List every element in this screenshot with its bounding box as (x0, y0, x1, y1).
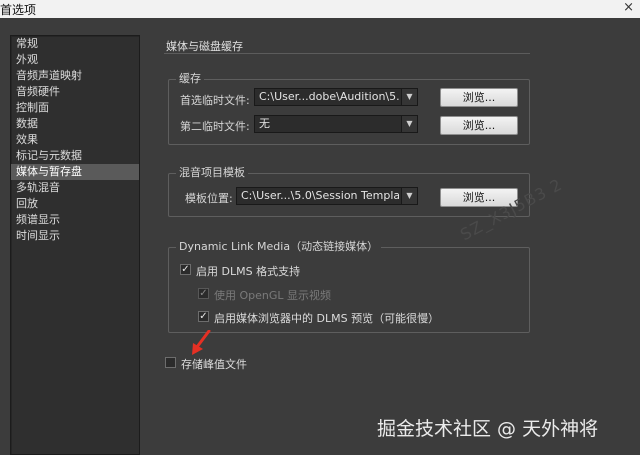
secondary-temp-dropdown[interactable]: 无 ▼ (254, 115, 418, 133)
primary-temp-value: C:\User...dobe\Audition\5.0\ (259, 90, 399, 103)
sidebar-item-playback[interactable]: 回放 (11, 196, 139, 212)
sidebar-item-data[interactable]: 数据 (11, 116, 139, 132)
enable-dlms-label: 启用 DLMS 格式支持 (196, 265, 301, 278)
chevron-down-icon: ▼ (401, 116, 417, 132)
panel-title: 媒体与磁盘缓存 (166, 40, 243, 53)
close-icon[interactable]: × (623, 0, 634, 15)
watermark-caption: 掘金技术社区 @ 天外神将 (377, 418, 599, 440)
primary-temp-label: 首选临时文件: (180, 94, 250, 107)
use-opengl-label: 使用 OpenGL 显示视频 (214, 289, 332, 302)
secondary-temp-browse-button[interactable]: 浏览... (440, 116, 518, 135)
sidebar-item-audio-channel-mapping[interactable]: 音频声道映射 (11, 68, 139, 84)
secondary-temp-value: 无 (259, 117, 270, 130)
sidebar-item-spectral-display[interactable]: 频谱显示 (11, 212, 139, 228)
template-location-dropdown[interactable]: C:\User...\5.0\Session Templates ▼ (236, 187, 418, 205)
primary-temp-dropdown[interactable]: C:\User...dobe\Audition\5.0\ ▼ (254, 88, 418, 106)
preferences-sidebar: 常规 外观 音频声道映射 音频硬件 控制面 数据 效果 标记与元数据 媒体与暂存… (10, 35, 140, 455)
check-icon: ✓ (198, 288, 209, 299)
panel-divider (164, 53, 530, 54)
sidebar-item-control-surface[interactable]: 控制面 (11, 100, 139, 116)
check-icon: ✓ (198, 311, 209, 322)
sidebar-item-general[interactable]: 常规 (11, 36, 139, 52)
check-icon: ✓ (180, 264, 191, 275)
title-bar: 首选项 × (0, 0, 640, 18)
template-location-label: 模板位置: (185, 192, 233, 205)
enable-dlms-preview-label: 启用媒体浏览器中的 DLMS 预览（可能很慢） (214, 312, 440, 325)
annotation-arrow-icon (192, 330, 211, 355)
session-templates-legend: 混音项目模板 (176, 166, 248, 180)
sidebar-item-media-disk-cache[interactable]: 媒体与暂存盘 (11, 164, 139, 180)
template-location-value: C:\User...\5.0\Session Templates (241, 189, 399, 202)
sidebar-item-appearance[interactable]: 外观 (11, 52, 139, 68)
sidebar-item-multitrack[interactable]: 多轨混音 (11, 180, 139, 196)
sidebar-item-time-display[interactable]: 时间显示 (11, 228, 139, 244)
sidebar-item-audio-hardware[interactable]: 音频硬件 (11, 84, 139, 100)
sidebar-item-markers-metadata[interactable]: 标记与元数据 (11, 148, 139, 164)
secondary-temp-label: 第二临时文件: (180, 120, 250, 133)
sidebar-item-effects[interactable]: 效果 (11, 132, 139, 148)
cache-legend: 缓存 (176, 72, 204, 86)
dynamic-link-legend: Dynamic Link Media（动态链接媒体） (176, 240, 382, 254)
checkbox-box (165, 357, 176, 368)
save-peak-files-label: 存储峰值文件 (181, 358, 247, 371)
window-title: 首选项 (0, 3, 37, 17)
chevron-down-icon: ▼ (401, 89, 417, 105)
chevron-down-icon: ▼ (401, 188, 417, 204)
primary-temp-browse-button[interactable]: 浏览... (440, 88, 518, 107)
